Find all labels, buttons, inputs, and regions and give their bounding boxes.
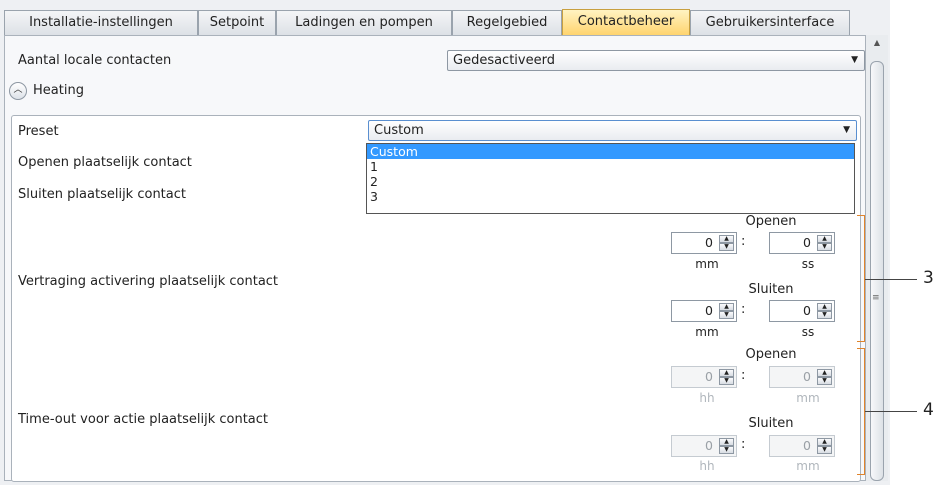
- callout-number-timeout: 4: [923, 400, 934, 420]
- increment-icon[interactable]: ▲: [817, 369, 832, 377]
- time-separator: :: [741, 234, 746, 249]
- callout-line-timeout: [865, 411, 917, 412]
- timeout-label: Time-out voor actie plaatselijk contact: [18, 412, 269, 427]
- contact-management-window: Installatie-instellingen Setpoint Lading…: [0, 0, 890, 485]
- decrement-icon[interactable]: ▼: [719, 446, 734, 454]
- time-separator: :: [741, 437, 746, 452]
- vertical-scrollbar[interactable]: ▲ ≡: [866, 35, 888, 481]
- delay-open-unit-a: mm: [695, 257, 719, 271]
- delay-open-seconds-stepper[interactable]: 0 ▲ ▼: [769, 232, 835, 254]
- decrement-icon[interactable]: ▼: [817, 446, 832, 454]
- preset-value: Custom: [374, 123, 424, 138]
- decrement-icon[interactable]: ▼: [817, 311, 832, 319]
- callout-tick: [857, 341, 865, 342]
- chevron-up-icon: ︿: [13, 85, 23, 95]
- callout-number-delay: 3: [923, 268, 934, 288]
- scroll-up-icon[interactable]: ▲: [869, 38, 885, 52]
- callout-tick: [857, 474, 865, 475]
- preset-dropdown-list: Custom 1 2 3: [366, 143, 855, 214]
- chevron-down-icon: ▼: [843, 125, 850, 135]
- increment-icon[interactable]: ▲: [719, 235, 734, 243]
- delay-close-minutes-stepper[interactable]: 0 ▲ ▼: [671, 300, 737, 322]
- timeout-close-minutes-stepper[interactable]: 0 ▲ ▼: [769, 435, 835, 457]
- delay-close-seconds-value: 0: [803, 303, 811, 318]
- timeout-open-minutes-value: 0: [803, 369, 811, 384]
- open-contact-label: Openen plaatselijk contact: [18, 155, 192, 170]
- delay-open-minutes-value: 0: [705, 235, 713, 250]
- timeout-open-caption: Openen: [745, 347, 797, 362]
- timeout-close-hours-stepper[interactable]: 0 ▲ ▼: [671, 435, 737, 457]
- increment-icon[interactable]: ▲: [817, 438, 832, 446]
- scrollbar-thumb[interactable]: [870, 61, 884, 481]
- tab-regelgebied[interactable]: Regelgebied: [452, 10, 562, 35]
- contact-settings-panel: Aantal locale contacten Gedesactiveerd ▼…: [4, 35, 866, 482]
- decrement-icon[interactable]: ▼: [719, 311, 734, 319]
- delay-open-unit-b: ss: [801, 257, 815, 271]
- heating-header: Heating: [33, 83, 84, 98]
- increment-icon[interactable]: ▲: [719, 369, 734, 377]
- decrement-icon[interactable]: ▼: [817, 377, 832, 385]
- local-contacts-value: Gedesactiveerd: [453, 53, 555, 68]
- time-separator: :: [741, 302, 746, 317]
- delay-open-seconds-value: 0: [803, 235, 811, 250]
- timeout-open-unit-b: mm: [796, 391, 820, 405]
- collapse-heating-button[interactable]: ︿: [9, 82, 27, 100]
- preset-select[interactable]: Custom ▼: [368, 120, 857, 141]
- preset-label: Preset: [18, 124, 59, 139]
- delay-label: Vertraging activering plaatselijk contac…: [18, 274, 279, 289]
- timeout-close-unit-a: hh: [699, 459, 715, 473]
- delay-close-seconds-stepper[interactable]: 0 ▲ ▼: [769, 300, 835, 322]
- decrement-icon[interactable]: ▼: [817, 243, 832, 251]
- close-contact-label: Sluiten plaatselijk contact: [18, 187, 186, 202]
- callout-line-delay: [865, 279, 917, 280]
- delay-close-minutes-value: 0: [705, 303, 713, 318]
- delay-close-unit-a: mm: [695, 325, 719, 339]
- delay-open-caption: Openen: [745, 214, 797, 229]
- grip-icon: ≡: [872, 293, 880, 303]
- preset-option[interactable]: 3: [367, 189, 854, 204]
- decrement-icon[interactable]: ▼: [719, 243, 734, 251]
- timeout-open-hours-stepper[interactable]: 0 ▲ ▼: [671, 366, 737, 388]
- tab-gebruikersinterface[interactable]: Gebruikersinterface: [690, 10, 850, 35]
- tab-ladingen-en-pompen[interactable]: Ladingen en pompen: [276, 10, 452, 35]
- delay-close-unit-b: ss: [801, 325, 815, 339]
- tab-installatie-instellingen[interactable]: Installatie-instellingen: [4, 10, 198, 35]
- increment-icon[interactable]: ▲: [817, 303, 832, 311]
- callout-tick: [857, 215, 865, 216]
- preset-option[interactable]: Custom: [367, 144, 854, 159]
- decrement-icon[interactable]: ▼: [719, 377, 734, 385]
- time-separator: :: [741, 368, 746, 383]
- delay-close-caption: Sluiten: [748, 282, 794, 297]
- tab-setpoint[interactable]: Setpoint: [198, 10, 276, 35]
- timeout-close-unit-b: mm: [796, 459, 820, 473]
- timeout-open-unit-a: hh: [699, 391, 715, 405]
- tab-bar: Installatie-instellingen Setpoint Lading…: [4, 0, 890, 36]
- increment-icon[interactable]: ▲: [719, 303, 734, 311]
- timeout-close-caption: Sluiten: [748, 416, 794, 431]
- delay-open-minutes-stepper[interactable]: 0 ▲ ▼: [671, 232, 737, 254]
- local-contacts-label: Aantal locale contacten: [18, 53, 172, 68]
- callout-tick: [857, 348, 865, 349]
- timeout-open-minutes-stepper[interactable]: 0 ▲ ▼: [769, 366, 835, 388]
- tab-contactbeheer[interactable]: Contactbeheer: [562, 9, 690, 36]
- timeout-close-minutes-value: 0: [803, 438, 811, 453]
- preset-option[interactable]: 1: [367, 159, 854, 174]
- chevron-down-icon: ▼: [851, 55, 858, 65]
- increment-icon[interactable]: ▲: [817, 235, 832, 243]
- increment-icon[interactable]: ▲: [719, 438, 734, 446]
- timeout-open-hours-value: 0: [705, 369, 713, 384]
- timeout-close-hours-value: 0: [705, 438, 713, 453]
- preset-option[interactable]: 2: [367, 174, 854, 189]
- local-contacts-select[interactable]: Gedesactiveerd ▼: [447, 50, 865, 71]
